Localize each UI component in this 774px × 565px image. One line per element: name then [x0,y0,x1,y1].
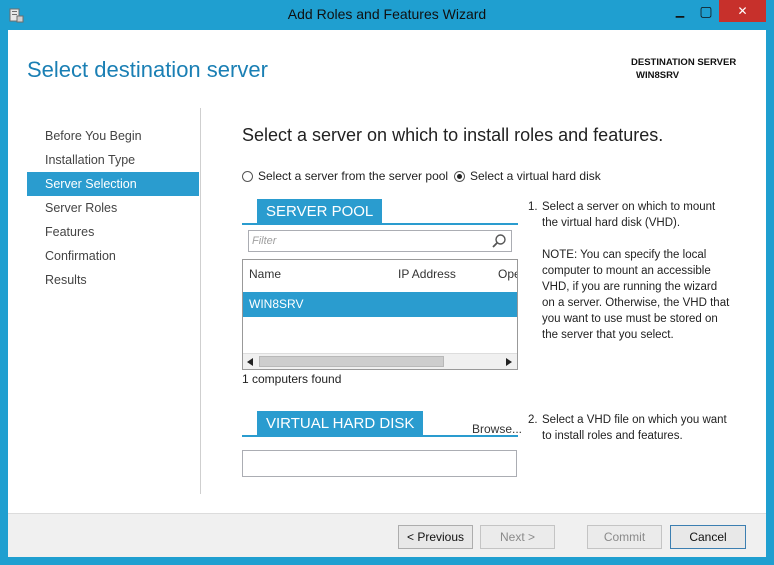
maximize-button[interactable]: ▢ [693,0,719,22]
wizard-client: Select destination server DESTINATION SE… [8,30,766,557]
vhd-path-input[interactable] [243,451,516,476]
section-heading: Select a server on which to install role… [242,125,664,145]
vhd-title: VIRTUAL HARD DISK [257,411,424,437]
computers-found-status: 1 computers found [242,372,342,386]
maximize-icon: ▢ [699,2,713,19]
destination-value: WIN8SRV [636,70,680,81]
scroll-left-icon[interactable] [243,354,257,369]
vhd-option[interactable]: Select a virtual hard disk [454,169,601,183]
step-text: Select a server on which to mount the vi… [542,201,716,229]
nav-item-before-you-begin[interactable]: Before You Begin [27,124,199,148]
step-number: 2. [528,414,538,426]
previous-button[interactable]: < Previous [398,525,473,549]
vhd-option-label: Select a virtual hard disk [470,169,601,183]
vhd-radio[interactable] [454,170,465,182]
server-pool-option[interactable]: Select a server from the server pool [242,169,448,183]
server-pool-title: SERVER POOL [257,199,383,225]
nav-item-server-roles[interactable]: Server Roles [27,196,199,220]
commit-button[interactable]: Commit [587,525,662,549]
table-row[interactable]: WIN8SRV [243,292,517,317]
destination-server: DESTINATION SERVER WIN8SRV [631,56,736,82]
filter-input[interactable] [249,231,479,251]
minimize-icon: ▁ [675,5,685,18]
cancel-button[interactable]: Cancel [670,525,746,549]
wizard-nav: Before You Begin Installation Type Serve… [27,124,199,292]
title-bar[interactable]: Add Roles and Features Wizard ▁ ▢ ✕ [0,0,774,30]
next-button[interactable]: Next > [480,525,555,549]
page-title: Select destination server [27,57,268,82]
search-icon[interactable] [491,233,507,249]
nav-item-results[interactable]: Results [27,268,199,292]
minimize-button[interactable]: ▁ [667,0,693,22]
nav-item-confirmation[interactable]: Confirmation [27,244,199,268]
browse-link[interactable]: Browse... [472,422,522,436]
column-ip-address[interactable]: IP Address [398,267,456,281]
window-title: Add Roles and Features Wizard [287,6,487,22]
server-pool-option-label: Select a server from the server pool [258,169,449,183]
step-number: 1. [528,201,538,213]
server-list[interactable]: Name IP Address Ope WIN8SRV [242,259,518,370]
scroll-thumb[interactable] [259,356,444,367]
close-button[interactable]: ✕ [719,0,766,22]
scroll-right-icon[interactable] [502,354,516,369]
vhd-path-field[interactable] [242,450,517,477]
note-text: NOTE: You can specify the local computer… [542,249,730,341]
nav-item-server-selection[interactable]: Server Selection [27,172,199,196]
horizontal-scrollbar[interactable] [243,353,517,369]
nav-item-installation-type[interactable]: Installation Type [27,148,199,172]
column-name[interactable]: Name [249,267,281,281]
nav-divider [200,108,201,494]
nav-item-features[interactable]: Features [27,220,199,244]
step-text: Select a VHD file on which you want to i… [542,414,727,442]
column-operating-system[interactable]: Ope [498,267,517,281]
destination-label: DESTINATION SERVER [631,57,737,68]
server-pool-radio[interactable] [242,170,253,182]
server-list-header: Name IP Address Ope [243,260,517,292]
close-icon: ✕ [737,4,748,18]
wizard-footer: < Previous Next > Commit Cancel [8,513,766,557]
filter-field[interactable] [248,230,512,252]
